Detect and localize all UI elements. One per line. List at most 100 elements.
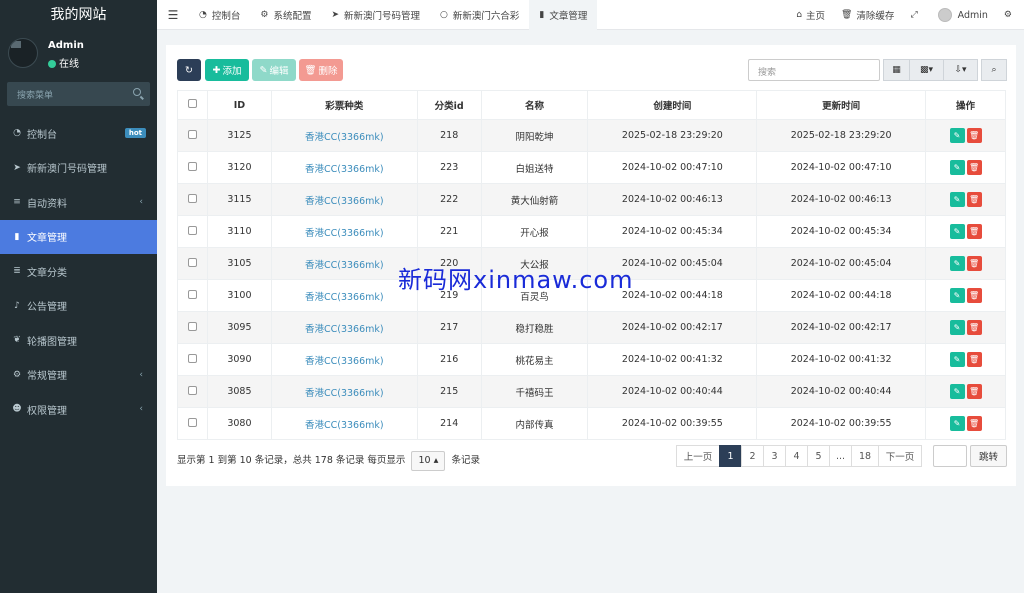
clear-cache-button[interactable]: 🗑 清除缓存 — [833, 8, 902, 22]
cell-lottery-type-link[interactable]: 香港CC(3366mk) — [270, 247, 418, 280]
home-link[interactable]: ⌂ 主页 — [788, 8, 833, 22]
nav-tab[interactable]: ○ 新新澳门六合彩 — [430, 0, 529, 30]
page-button[interactable]: 18 — [851, 445, 879, 467]
sidebar-item[interactable]: ≣ 文章分类 — [0, 254, 157, 289]
sidebar-item[interactable]: ♪ 公告管理 — [0, 289, 157, 324]
nav-tab[interactable]: ◔ 控制台 — [189, 0, 250, 30]
toggle-view-button[interactable]: ▦ — [883, 59, 910, 81]
row-checkbox[interactable] — [187, 417, 197, 427]
edit-row-button[interactable]: ✎ — [949, 224, 965, 239]
delete-row-button[interactable]: 🗑 — [966, 352, 982, 367]
page-button[interactable]: 4 — [785, 445, 808, 467]
row-select-cell[interactable] — [177, 311, 208, 344]
row-select-cell[interactable] — [177, 183, 208, 216]
edit-row-button[interactable]: ✎ — [949, 416, 965, 431]
sidebar-item[interactable]: ➤ 新新澳门号码管理 — [0, 151, 157, 186]
refresh-button[interactable]: ↻ — [177, 59, 201, 81]
cell-lottery-type-link[interactable]: 香港CC(3366mk) — [270, 279, 418, 312]
sidebar-item[interactable]: ⚙ 常规管理 ‹ — [0, 358, 157, 393]
nav-tab[interactable]: ⚙ 系统配置 — [250, 0, 321, 30]
row-select-cell[interactable] — [177, 375, 208, 408]
avatar[interactable] — [8, 38, 38, 68]
row-select-cell[interactable] — [177, 119, 208, 152]
table-row[interactable]: 3120 香港CC(3366mk) 223 白姐送特 2024-10-02 00:47:… — [177, 151, 1006, 184]
settings-button[interactable]: ⚙ — [996, 10, 1024, 20]
fullscreen-button[interactable]: ⤢ — [902, 10, 929, 20]
cell-lottery-type-link[interactable]: 香港CC(3366mk) — [270, 407, 418, 440]
delete-row-button[interactable]: 🗑 — [966, 256, 982, 271]
edit-row-button[interactable]: ✎ — [949, 320, 965, 335]
search-icon[interactable] — [133, 88, 141, 96]
row-select-cell[interactable] — [177, 215, 208, 248]
delete-row-button[interactable]: 🗑 — [966, 288, 982, 303]
sidebar-item[interactable]: ▮ 文章管理 — [0, 219, 157, 254]
edit-row-button[interactable]: ✎ — [949, 384, 965, 399]
row-checkbox[interactable] — [187, 353, 197, 363]
table-row[interactable]: 3085 香港CC(3366mk) 215 千禧码王 2024-10-02 00:40:… — [177, 375, 1006, 408]
jump-button[interactable]: 跳转 — [970, 445, 1007, 467]
col-header[interactable]: 彩票种类 — [270, 90, 418, 120]
jump-page-input[interactable] — [933, 445, 967, 467]
nav-tab[interactable]: ▮ 文章管理 — [529, 0, 598, 30]
row-checkbox[interactable] — [187, 129, 197, 139]
nav-tab[interactable]: ➤ 新新澳门号码管理 — [321, 0, 430, 30]
col-header[interactable]: 更新时间 — [756, 90, 927, 120]
page-button[interactable]: 5 — [807, 445, 830, 467]
delete-row-button[interactable]: 🗑 — [966, 160, 982, 175]
delete-row-button[interactable]: 🗑 — [966, 224, 982, 239]
prev-page-button[interactable]: 上一页 — [676, 445, 720, 467]
row-checkbox[interactable] — [187, 161, 197, 171]
row-select-cell[interactable] — [177, 247, 208, 280]
delete-row-button[interactable]: 🗑 — [966, 416, 982, 431]
table-row[interactable]: 3125 香港CC(3366mk) 218 阴阳乾坤 2025-02-18 23:29:… — [177, 119, 1006, 152]
edit-row-button[interactable]: ✎ — [949, 256, 965, 271]
edit-button[interactable]: ✎ 编辑 — [252, 59, 296, 81]
table-row[interactable]: 3115 香港CC(3366mk) 222 黄大仙射箭 2024-10-02 00:46… — [177, 183, 1006, 216]
edit-row-button[interactable]: ✎ — [949, 128, 965, 143]
cell-lottery-type-link[interactable]: 香港CC(3366mk) — [270, 183, 418, 216]
export-button[interactable]: ⇩▾ — [943, 59, 978, 81]
cell-lottery-type-link[interactable]: 香港CC(3366mk) — [270, 343, 418, 376]
table-row[interactable]: 3090 香港CC(3366mk) 216 桃花易主 2024-10-02 00:41:… — [177, 343, 1006, 376]
row-checkbox[interactable] — [187, 193, 197, 203]
cell-lottery-type-link[interactable]: 香港CC(3366mk) — [270, 215, 418, 248]
sidebar-item[interactable]: ◔ 控制台 hot — [0, 116, 157, 151]
user-menu[interactable]: Admin — [930, 8, 996, 22]
page-size-select[interactable]: 10 ▴ — [411, 451, 446, 471]
col-header[interactable]: ID — [206, 90, 272, 120]
delete-row-button[interactable]: 🗑 — [966, 128, 982, 143]
page-button[interactable]: 3 — [763, 445, 786, 467]
row-select-cell[interactable] — [177, 279, 208, 312]
next-page-button[interactable]: 下一页 — [878, 445, 922, 467]
page-button[interactable]: ... — [829, 445, 852, 467]
delete-button[interactable]: 🗑 删除 — [299, 59, 343, 81]
select-all-checkbox[interactable] — [187, 99, 197, 108]
search-button[interactable]: ⌕ — [981, 59, 1007, 81]
row-checkbox[interactable] — [187, 225, 197, 235]
row-checkbox[interactable] — [187, 321, 197, 331]
edit-row-button[interactable]: ✎ — [949, 352, 965, 367]
col-header[interactable]: 分类id — [416, 90, 482, 120]
row-select-cell[interactable] — [177, 407, 208, 440]
row-select-cell[interactable] — [177, 151, 208, 184]
columns-button[interactable]: ▩▾ — [909, 59, 944, 81]
menu-search-input[interactable]: 搜索菜单 — [7, 82, 150, 106]
delete-row-button[interactable]: 🗑 — [966, 192, 982, 207]
sidebar-item[interactable]: ≡ 自动资料 ‹ — [0, 185, 157, 220]
sidebar-item[interactable]: ❦ 轮播图管理 — [0, 323, 157, 358]
page-button[interactable]: 1 — [719, 445, 742, 467]
select-all-cell[interactable] — [177, 90, 208, 120]
delete-row-button[interactable]: 🗑 — [966, 384, 982, 399]
delete-row-button[interactable]: 🗑 — [966, 320, 982, 335]
table-row[interactable]: 3110 香港CC(3366mk) 221 开心报 2024-10-02 00:45:3… — [177, 215, 1006, 248]
cell-lottery-type-link[interactable]: 香港CC(3366mk) — [270, 311, 418, 344]
table-row[interactable]: 3080 香港CC(3366mk) 214 内部传真 2024-10-02 00:39:… — [177, 407, 1006, 440]
add-button[interactable]: ✚ 添加 — [205, 59, 249, 81]
row-checkbox[interactable] — [187, 257, 197, 267]
col-header[interactable]: 创建时间 — [587, 90, 758, 120]
cell-lottery-type-link[interactable]: 香港CC(3366mk) — [270, 119, 418, 152]
edit-row-button[interactable]: ✎ — [949, 288, 965, 303]
row-checkbox[interactable] — [187, 289, 197, 299]
edit-row-button[interactable]: ✎ — [949, 160, 965, 175]
menu-toggle-icon[interactable]: ☰ — [157, 8, 189, 22]
